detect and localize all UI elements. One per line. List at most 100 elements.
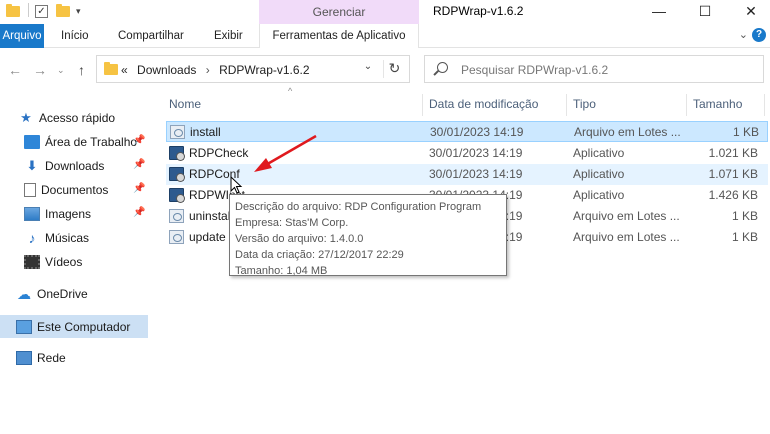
- file-size: 1 KB: [731, 209, 758, 223]
- sidebar-item-label: Imagens: [45, 206, 92, 221]
- column-divider[interactable]: [686, 94, 687, 116]
- tooltip-description: Descrição do arquivo: RDP Configuration …: [235, 201, 482, 213]
- file-type: Arquivo em Lotes ...: [573, 230, 680, 244]
- videos-icon: [24, 254, 40, 269]
- tab-arquivo[interactable]: Arquivo: [0, 24, 44, 48]
- sidebar-item-acesso-rapido[interactable]: ★ Acesso rápido: [18, 106, 166, 129]
- context-group-header: Gerenciar: [259, 0, 419, 24]
- folder-icon: [104, 62, 118, 75]
- sidebar-item-documentos[interactable]: Documentos 📌: [24, 178, 148, 201]
- up-arrow-icon[interactable]: ↑: [78, 62, 85, 78]
- folder-icon[interactable]: [6, 3, 20, 19]
- navigation-pane: ★ Acesso rápido Área de Trabalho 📌 ⬇ Dow…: [0, 92, 150, 434]
- sidebar-item-downloads[interactable]: ⬇ Downloads 📌: [24, 154, 148, 177]
- address-dropdown-icon[interactable]: ⌄: [359, 61, 377, 77]
- column-header-tipo[interactable]: Tipo: [573, 92, 596, 116]
- search-placeholder: Pesquisar RDPWrap-v1.6.2: [461, 63, 609, 77]
- file-name: RDPConf: [189, 167, 240, 181]
- pictures-icon: [24, 206, 40, 221]
- sidebar-item-onedrive[interactable]: ☁ OneDrive: [16, 282, 148, 305]
- help-icon[interactable]: ?: [752, 28, 766, 42]
- window-title: RDPWrap-v1.6.2: [433, 4, 524, 18]
- tab-compartilhar[interactable]: Compartilhar: [118, 24, 184, 48]
- file-type: Aplicativo: [573, 188, 625, 202]
- sidebar-item-label: Área de Trabalho: [45, 134, 138, 149]
- sidebar-item-label: Documentos: [41, 182, 109, 197]
- mouse-cursor-icon: [230, 176, 243, 194]
- breadcrumb: « Downloads › RDPWrap-v1.6.2: [121, 63, 316, 77]
- file-size: 1 KB: [731, 230, 758, 244]
- network-icon: [16, 350, 32, 365]
- file-name: install: [190, 125, 221, 139]
- music-icon: ♪: [28, 229, 36, 246]
- back-arrow-icon[interactable]: ←: [8, 62, 22, 78]
- sidebar-item-videos[interactable]: Vídeos: [24, 250, 148, 273]
- application-icon: [169, 167, 185, 182]
- minimize-button[interactable]: —: [636, 0, 682, 24]
- file-row-rdpconf[interactable]: RDPConf 30/01/2023 14:19 Aplicativo 1.07…: [166, 164, 768, 185]
- title-bar: ✓ ▾ Gerenciar RDPWrap-v1.6.2 — ☐ ✕: [0, 0, 770, 24]
- tooltip-version: Versão do arquivo: 1.4.0.0: [235, 233, 364, 245]
- column-divider[interactable]: [566, 94, 567, 116]
- column-divider[interactable]: [764, 94, 765, 116]
- sidebar-item-label: Downloads: [45, 158, 105, 173]
- file-row-rdpcheck[interactable]: RDPCheck 30/01/2023 14:19 Aplicativo 1.0…: [166, 143, 768, 164]
- tab-exibir[interactable]: Exibir: [214, 24, 243, 48]
- file-type: Aplicativo: [573, 167, 625, 181]
- sidebar-item-label: Vídeos: [45, 254, 83, 269]
- column-header-data[interactable]: Data de modificação: [429, 92, 538, 116]
- breadcrumb-downloads[interactable]: Downloads: [137, 63, 196, 77]
- sidebar-item-area-de-trabalho[interactable]: Área de Trabalho 📌: [24, 130, 148, 153]
- breadcrumb-overflow[interactable]: «: [121, 63, 128, 77]
- file-row-install[interactable]: install 30/01/2023 14:19 Arquivo em Lote…: [166, 121, 768, 142]
- refresh-button[interactable]: ↻: [383, 60, 405, 78]
- column-header-tamanho[interactable]: Tamanho: [693, 92, 742, 116]
- search-box[interactable]: Pesquisar RDPWrap-v1.6.2: [424, 55, 764, 83]
- tooltip-created: Data da criação: 27/12/2017 22:29: [235, 249, 404, 261]
- cloud-icon: ☁: [17, 285, 31, 302]
- expand-ribbon-icon[interactable]: ⌄: [739, 28, 748, 41]
- file-info-tooltip: Descrição do arquivo: RDP Configuration …: [229, 194, 507, 277]
- column-divider[interactable]: [422, 94, 423, 116]
- maximize-button[interactable]: ☐: [682, 0, 728, 24]
- sidebar-item-label: Este Computador: [37, 319, 131, 334]
- recent-locations-icon[interactable]: ⌄: [57, 65, 65, 76]
- file-type: Arquivo em Lotes ...: [573, 209, 680, 223]
- download-icon: ⬇: [26, 157, 38, 173]
- tab-ferramentas-de-aplicativo[interactable]: Ferramentas de Aplicativo: [259, 24, 419, 48]
- breadcrumb-separator: ›: [205, 63, 210, 77]
- search-icon: [437, 62, 448, 73]
- sidebar-item-rede[interactable]: Rede: [16, 346, 148, 369]
- tooltip-size: Tamanho: 1,04 MB: [235, 265, 328, 277]
- close-button[interactable]: ✕: [728, 0, 770, 24]
- sidebar-item-label: Rede: [37, 350, 66, 365]
- breadcrumb-rdpwrap[interactable]: RDPWrap-v1.6.2: [219, 63, 309, 77]
- computer-icon: [16, 319, 32, 334]
- batch-file-icon: [169, 230, 184, 244]
- sidebar-item-musicas[interactable]: ♪ Músicas: [24, 226, 148, 249]
- forward-arrow-icon[interactable]: →: [33, 62, 47, 78]
- quick-access-dropdown-icon[interactable]: ▾: [76, 3, 81, 19]
- sidebar-item-label: Músicas: [45, 230, 90, 245]
- sidebar-item-label: Acesso rápido: [39, 110, 116, 125]
- ribbon-tabs: Arquivo Início Compartilhar Exibir Ferra…: [0, 24, 770, 48]
- batch-file-icon: [170, 125, 185, 139]
- tab-inicio[interactable]: Início: [61, 24, 89, 48]
- pin-icon[interactable]: 📌: [133, 159, 145, 170]
- column-header-nome[interactable]: Nome: [169, 92, 201, 116]
- pin-icon[interactable]: 📌: [133, 207, 145, 218]
- file-date: 30/01/2023 14:19: [429, 146, 523, 160]
- application-icon: [169, 146, 185, 161]
- star-icon: ★: [20, 109, 32, 125]
- properties-check-icon[interactable]: ✓: [35, 3, 48, 19]
- sidebar-item-imagens[interactable]: Imagens 📌: [24, 202, 148, 225]
- address-bar[interactable]: « Downloads › RDPWrap-v1.6.2 ⌄ ↻: [96, 55, 410, 83]
- sidebar-item-este-computador[interactable]: Este Computador: [0, 315, 148, 338]
- batch-file-icon: [169, 209, 184, 223]
- pin-icon[interactable]: 📌: [133, 183, 145, 194]
- file-name: RDPCheck: [189, 146, 249, 160]
- sidebar-item-label: OneDrive: [37, 286, 88, 301]
- new-folder-icon[interactable]: [56, 3, 70, 19]
- pin-icon[interactable]: 📌: [133, 135, 145, 146]
- desktop-icon: [24, 134, 40, 149]
